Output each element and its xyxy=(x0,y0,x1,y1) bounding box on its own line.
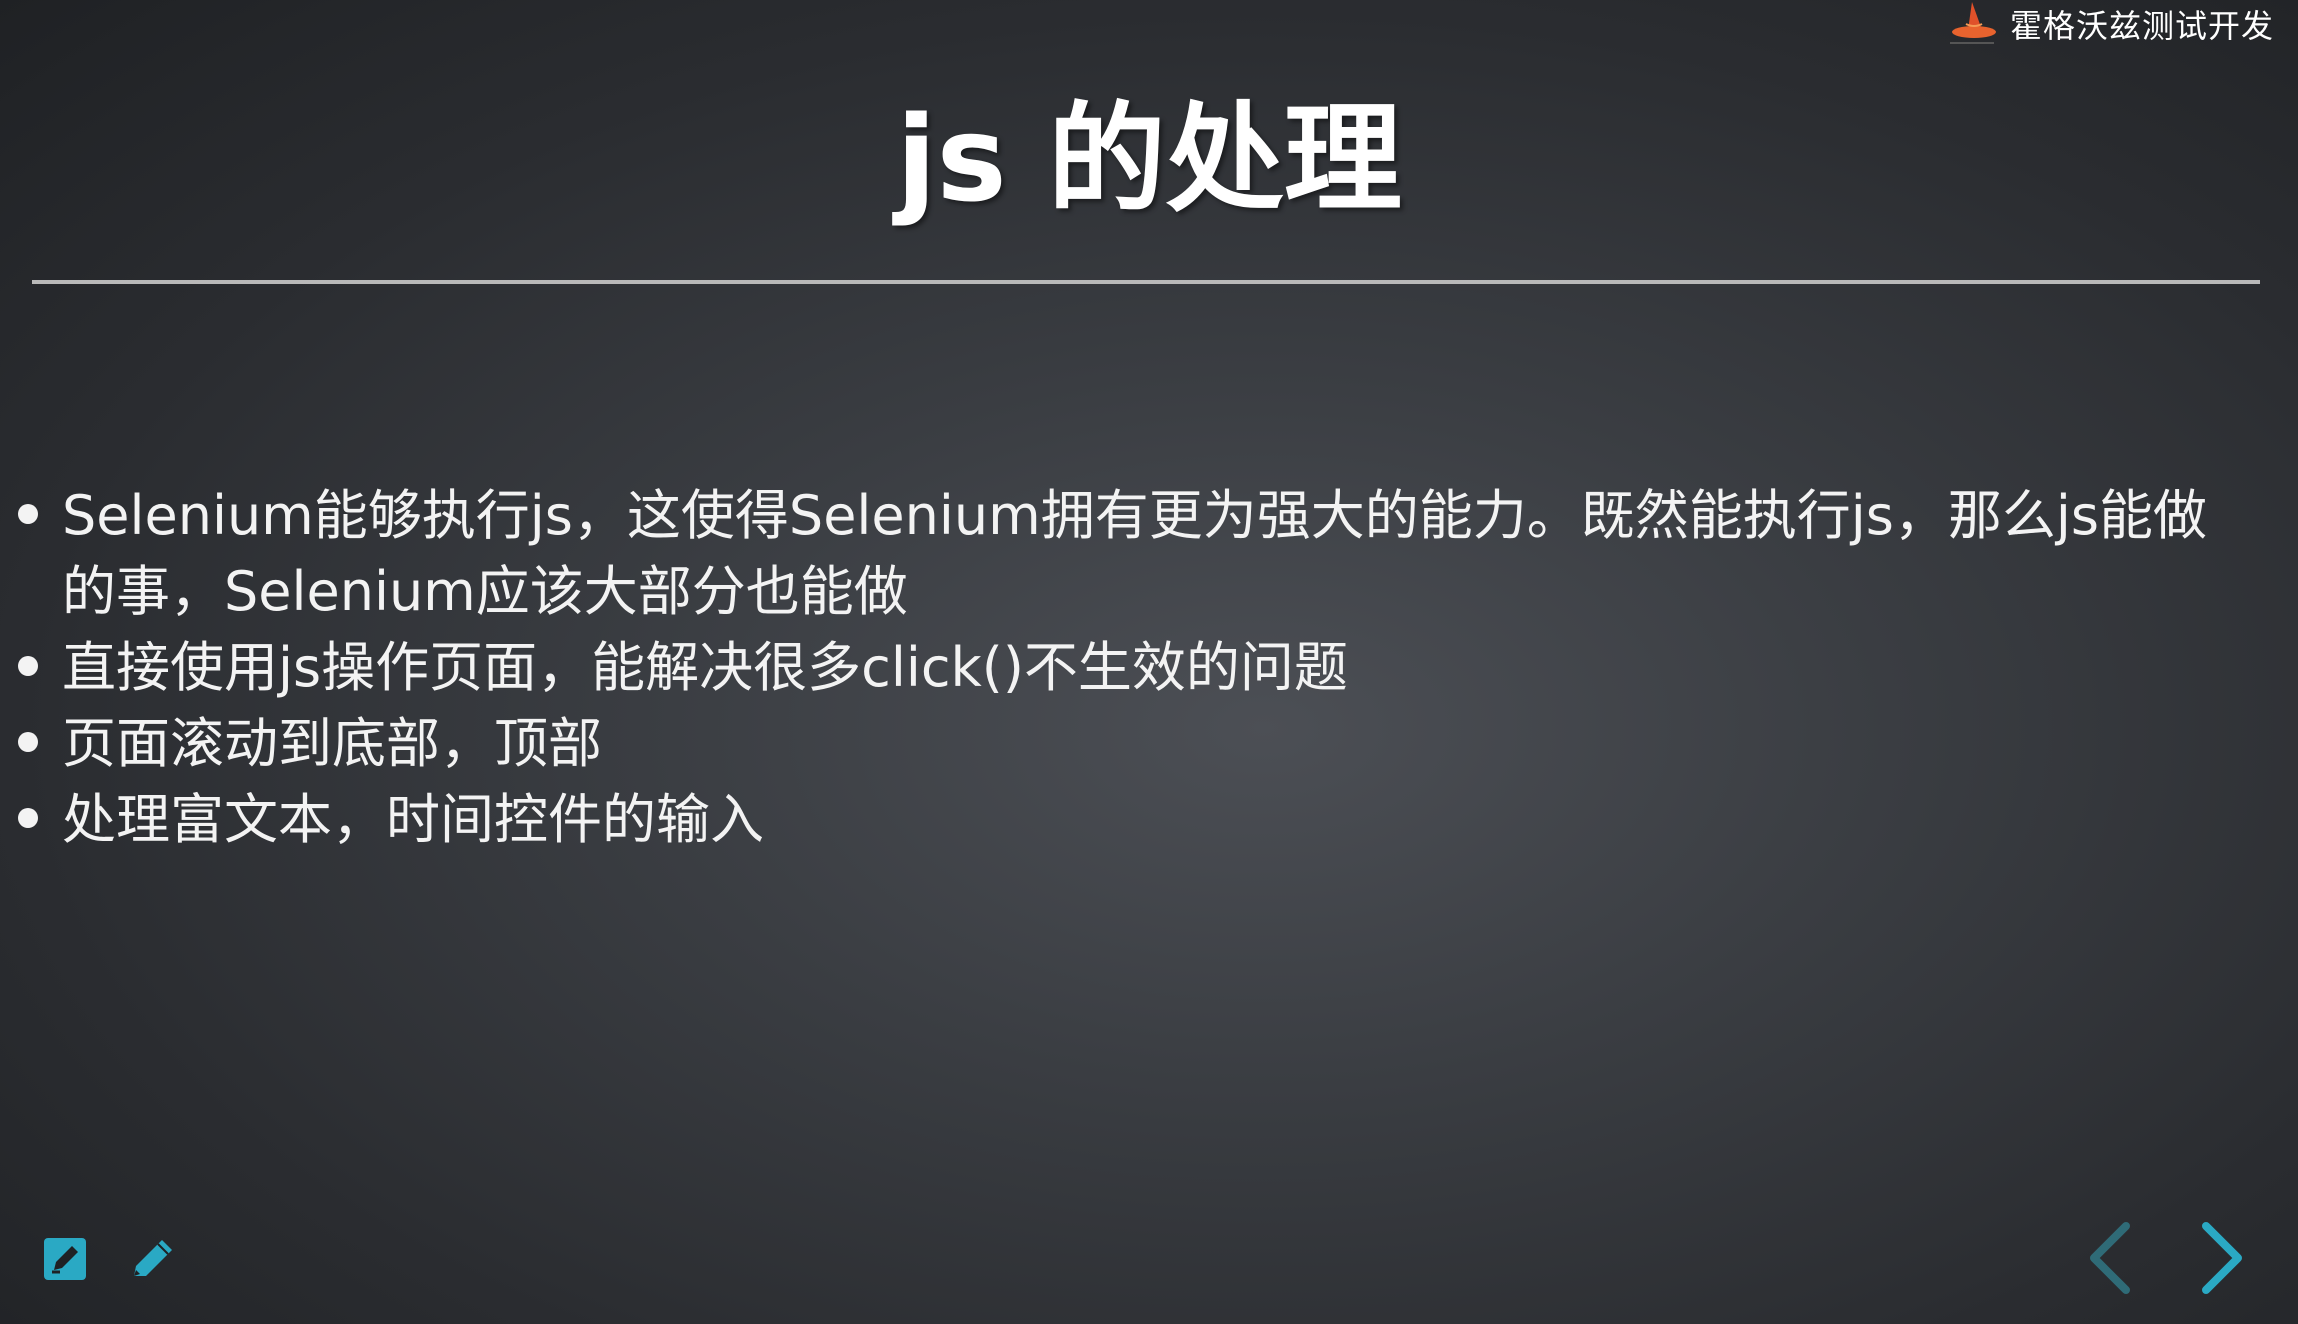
bullet-text-continued: 的事，Selenium应该大部分也能做 xyxy=(62,560,908,623)
bullet-dot-icon xyxy=(18,808,38,828)
brand-name: 霍格沃兹测试开发 xyxy=(2009,7,2274,45)
chevron-left-icon[interactable] xyxy=(2080,1220,2140,1296)
list-item: 直接使用js操作页面，能解决很多click()不生效的问题 xyxy=(12,630,2272,706)
edit-note-icon[interactable] xyxy=(40,1232,92,1284)
bullet-text: 页面滚动到底部，顶部 xyxy=(62,712,602,775)
bullet-list: Selenium能够执行js，这使得Selenium拥有更为强大的能力。既然能执… xyxy=(12,478,2272,858)
bullet-dot-icon xyxy=(18,504,38,524)
bullet-dot-icon xyxy=(18,732,38,752)
bullet-dot-icon xyxy=(18,656,38,676)
pencil-icon[interactable] xyxy=(126,1232,178,1284)
bullet-text: Selenium能够执行js，这使得Selenium拥有更为强大的能力。既然能执… xyxy=(62,484,2207,547)
brand: 霍格沃兹测试开发 xyxy=(1942,0,2274,48)
slide-title: js 的处理 xyxy=(896,90,1402,228)
list-item: Selenium能够执行js，这使得Selenium拥有更为强大的能力。既然能执… xyxy=(12,478,2272,630)
list-item: 处理富文本，时间控件的输入 xyxy=(12,782,2272,858)
slide-navigation xyxy=(2080,1220,2252,1296)
title-divider xyxy=(32,280,2260,284)
list-item: 页面滚动到底部，顶部 xyxy=(12,706,2272,782)
bullet-text: 处理富文本，时间控件的输入 xyxy=(62,788,764,851)
bullet-text: 直接使用js操作页面，能解决很多click()不生效的问题 xyxy=(62,636,1348,699)
chevron-right-icon[interactable] xyxy=(2192,1220,2252,1296)
slide-tools xyxy=(40,1232,178,1284)
wizard-hat-logo-icon xyxy=(1949,2,1996,44)
